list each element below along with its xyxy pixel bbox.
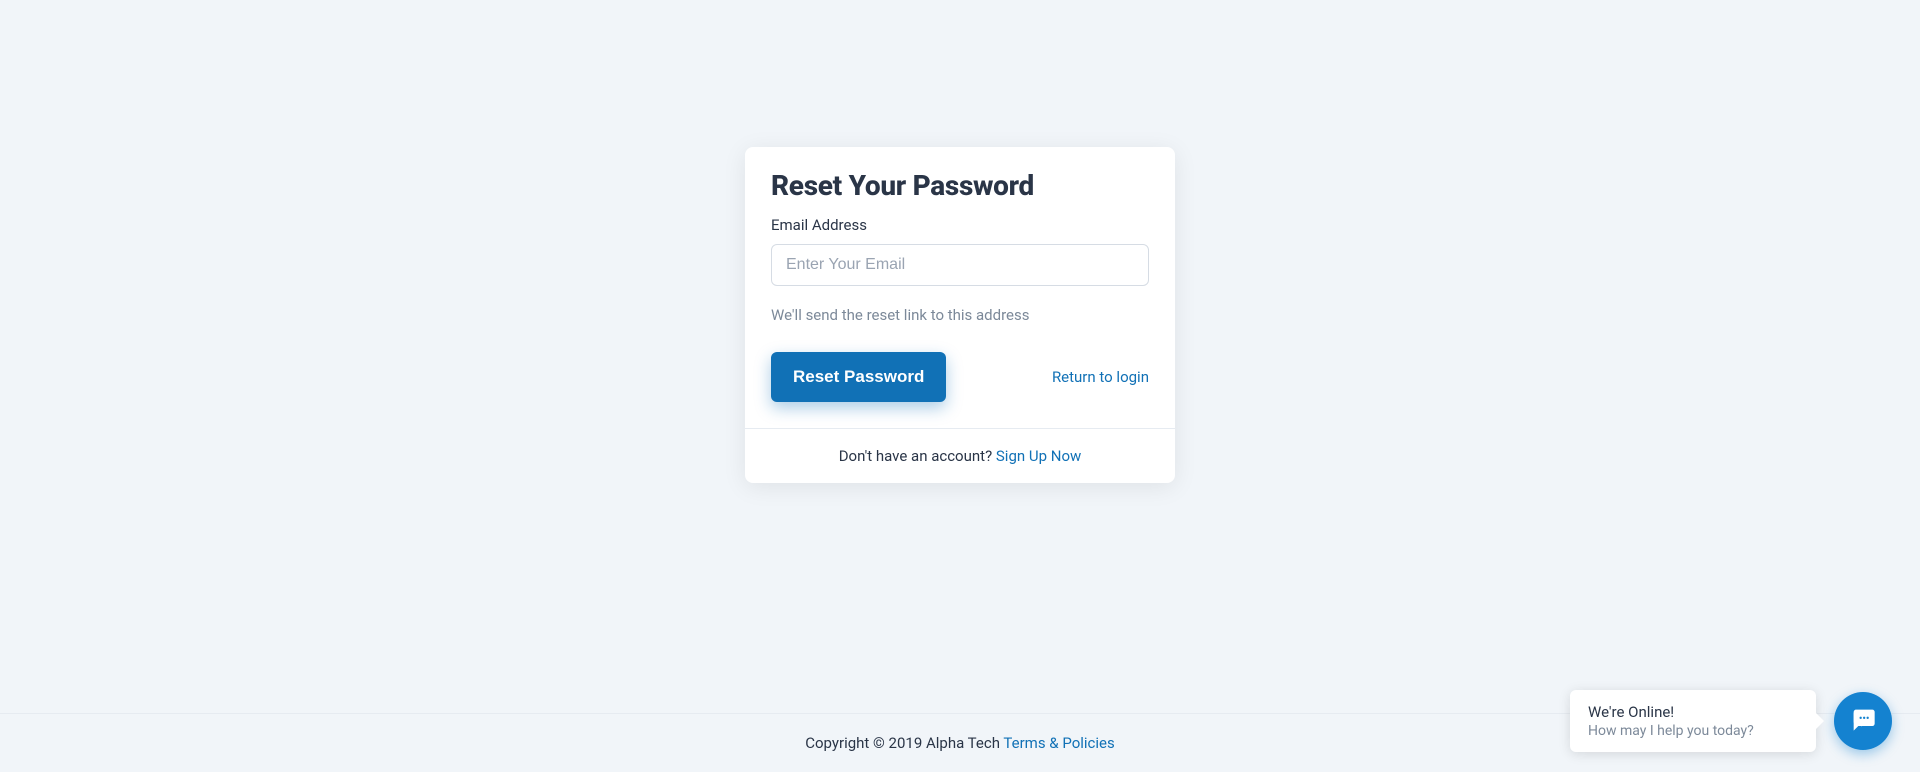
reset-password-button[interactable]: Reset Password bbox=[771, 352, 946, 402]
signup-prompt-text: Don't have an account? bbox=[839, 447, 996, 465]
chat-icon bbox=[1849, 705, 1877, 737]
card-footer: Don't have an account? Sign Up Now bbox=[745, 428, 1175, 483]
actions-row: Reset Password Return to login bbox=[771, 352, 1149, 402]
chat-status-subtitle: How may I help you today? bbox=[1588, 723, 1798, 739]
email-label: Email Address bbox=[771, 216, 1149, 234]
helper-text: We'll send the reset link to this addres… bbox=[771, 306, 1149, 324]
reset-password-card: Reset Your Password Email Address We'll … bbox=[745, 147, 1175, 483]
terms-policies-link[interactable]: Terms & Policies bbox=[1003, 734, 1114, 752]
chat-launcher-button[interactable] bbox=[1834, 692, 1892, 750]
main-container: Reset Your Password Email Address We'll … bbox=[0, 0, 1920, 570]
signup-link[interactable]: Sign Up Now bbox=[996, 447, 1081, 465]
chat-status-title: We're Online! bbox=[1588, 703, 1798, 721]
card-body: Reset Your Password Email Address We'll … bbox=[745, 147, 1175, 428]
email-input[interactable] bbox=[771, 244, 1149, 286]
chat-bubble: We're Online! How may I help you today? bbox=[1570, 690, 1816, 752]
copyright-text: Copyright © 2019 Alpha Tech bbox=[805, 734, 1003, 752]
return-to-login-link[interactable]: Return to login bbox=[1052, 368, 1149, 386]
page-title: Reset Your Password bbox=[771, 169, 1149, 202]
chat-widget: We're Online! How may I help you today? bbox=[1570, 690, 1892, 752]
